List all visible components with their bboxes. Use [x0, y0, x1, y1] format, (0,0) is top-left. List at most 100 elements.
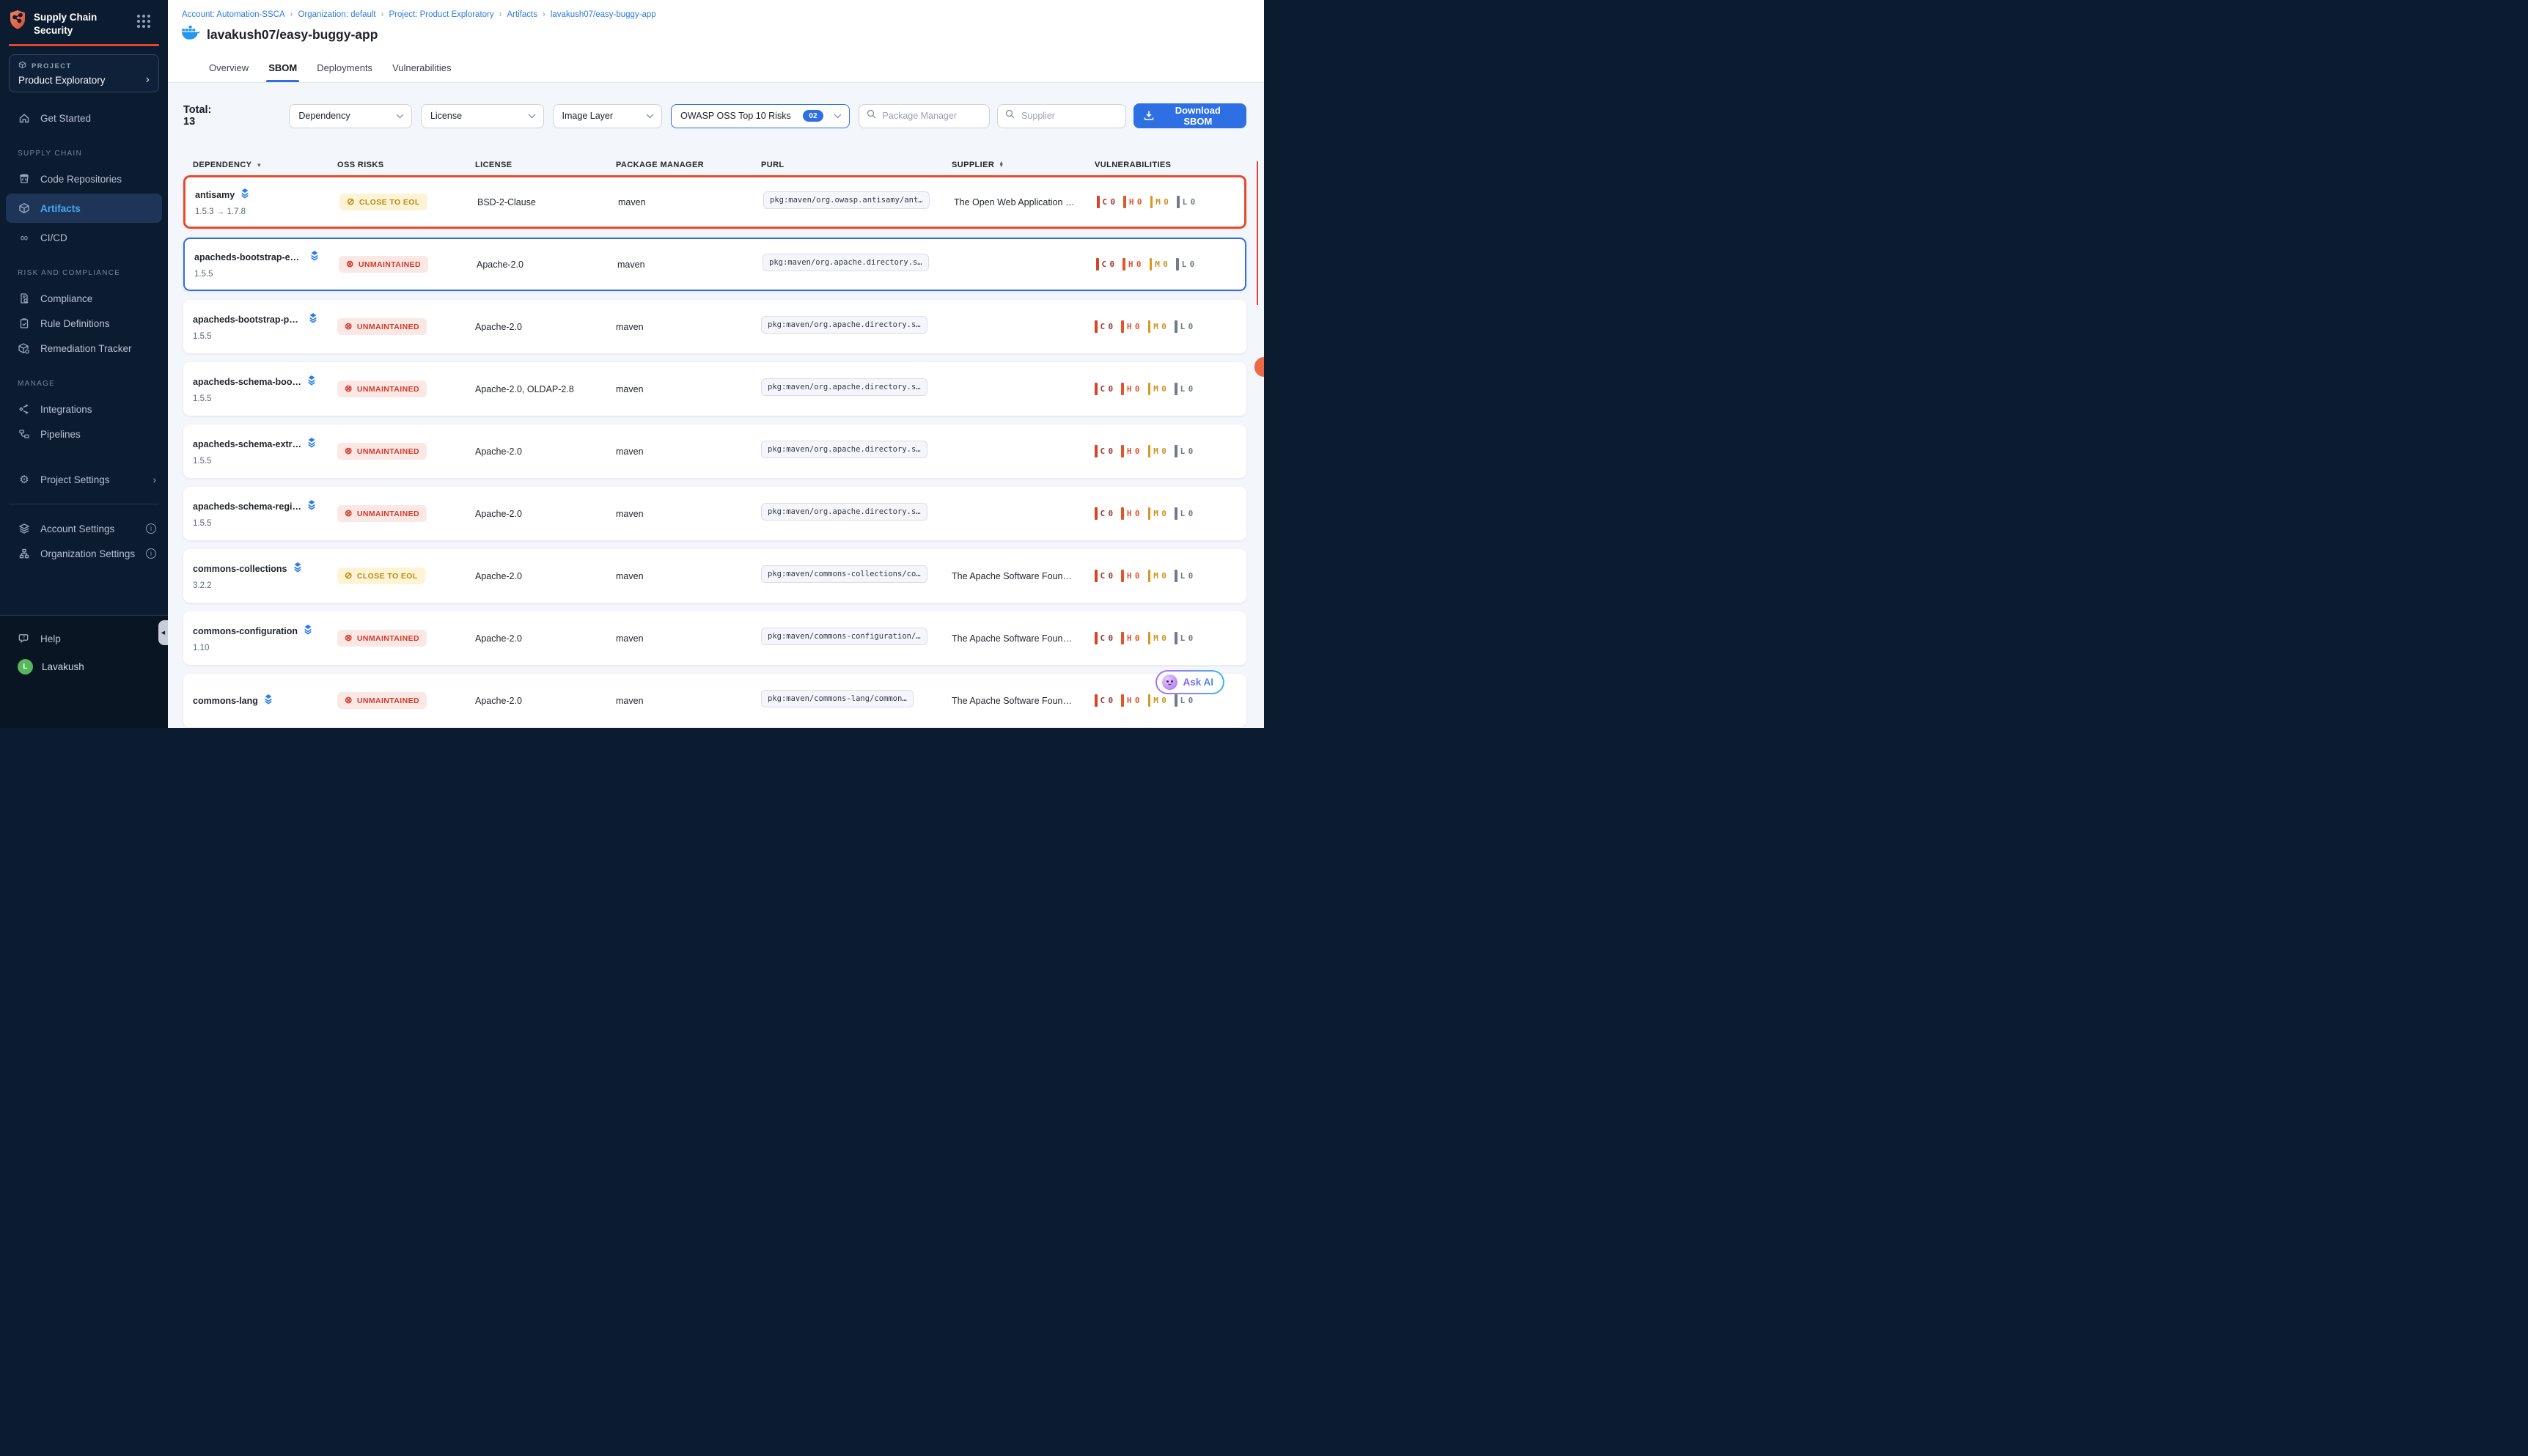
integrations-icon — [18, 403, 31, 415]
download-sbom-button[interactable]: Download SBOM — [1133, 103, 1246, 128]
chevron-right-icon: › — [153, 474, 156, 485]
tab-overview[interactable]: Overview — [209, 62, 249, 82]
oss-risk-badge: ⊗UNMAINTAINED — [339, 256, 428, 273]
breadcrumb-link[interactable]: Account: Automation-SSCA — [182, 10, 285, 19]
breadcrumb-link[interactable]: Organization: default — [298, 10, 375, 19]
breadcrumb-separator-icon: › — [499, 10, 502, 19]
vuln-count-h: H 0 — [1121, 694, 1139, 707]
oss-risk-badge: ⊗UNMAINTAINED — [337, 630, 427, 647]
purl-chip[interactable]: pkg:maven/commons-collections/co… — [761, 565, 927, 583]
filter-dropdown-image-layer[interactable]: Image Layer — [553, 104, 663, 128]
purl-chip[interactable]: pkg:maven/commons-configuration/… — [761, 628, 927, 645]
purl-chip[interactable]: pkg:maven/commons-lang/common… — [761, 690, 914, 707]
vuln-count-m: M 0 — [1148, 445, 1166, 457]
sidebar-item-ci-cd[interactable]: ∞ CI/CD — [0, 225, 168, 250]
dependency-version: 1.5.5 — [193, 519, 337, 528]
user-menu[interactable]: L Lavakush — [0, 652, 168, 680]
sidebar-item-account-settings[interactable]: Account Settings i — [0, 516, 168, 541]
table-row[interactable]: commons-collections 3.2.2 ⊘CLOSE TO EOL … — [183, 549, 1246, 603]
project-selector[interactable]: PROJECT Product Exploratory › — [9, 54, 159, 92]
purl-chip[interactable]: pkg:maven/org.apache.directory.s… — [761, 441, 927, 458]
sidebar-item-label: Compliance — [40, 293, 92, 304]
user-avatar: L — [18, 659, 33, 674]
vuln-count-c: C 0 — [1097, 196, 1115, 208]
sidebar-item-code-repositories[interactable]: Code Repositories — [0, 166, 168, 191]
sidebar-item-remediation-tracker[interactable]: Remediation Tracker — [0, 336, 168, 361]
supplier-value: The Open Web Application … — [954, 197, 1097, 207]
vuln-count-m: M 0 — [1148, 694, 1166, 707]
breadcrumb-link[interactable]: Project: Product Exploratory — [389, 10, 493, 19]
vulnerability-counts: C 0 H 0 M 0 L 0 — [1095, 507, 1237, 520]
sidebar-item-help[interactable]: ? Help — [0, 625, 168, 652]
breadcrumb-link[interactable]: lavakush07/easy-buggy-app — [551, 10, 656, 19]
column-header-dependency[interactable]: DEPENDENCY▼ — [193, 161, 337, 169]
sidebar-item-artifacts[interactable]: Artifacts — [6, 194, 162, 223]
sidebar-item-label: Get Started — [40, 113, 91, 124]
tab-vulnerabilities[interactable]: Vulnerabilities — [392, 62, 451, 82]
page-header: Account: Automation-SSCA › Organization: d… — [168, 0, 1264, 54]
table-row[interactable]: commons-configuration 1.10 ⊗UNMAINTAINED… — [183, 611, 1246, 665]
table-row[interactable]: apacheds-schema-boo… 1.5.5 ⊗UNMAINTAINED… — [183, 362, 1246, 416]
table-row[interactable]: apacheds-bootstrap-ex… 1.5.5 ⊗UNMAINTAIN… — [183, 238, 1246, 291]
tab-sbom[interactable]: SBOM — [268, 62, 297, 82]
dependency-version: 1.5.5 — [193, 332, 337, 341]
table-row[interactable]: commons-lang ⊗UNMAINTAINED Apache-2.0 ma… — [183, 674, 1246, 727]
ask-ai-button[interactable]: Ask AI — [1155, 670, 1224, 694]
table-row[interactable]: apacheds-schema-extr… 1.5.5 ⊗UNMAINTAINE… — [183, 424, 1246, 478]
column-header-vulnerabilities: VULNERABILITIES — [1095, 161, 1237, 169]
dependency-name: apacheds-bootstrap-pa… — [193, 315, 303, 325]
sidebar-item-project-settings[interactable]: ⚙ Project Settings › — [0, 467, 168, 492]
sidebar-item-pipelines[interactable]: Pipelines — [0, 422, 168, 446]
oss-risk-badge: ⊗UNMAINTAINED — [337, 318, 427, 335]
layers-icon — [309, 250, 320, 265]
package-manager-value: maven — [616, 446, 761, 457]
sidebar-item-get-started[interactable]: Get Started — [0, 106, 168, 130]
purl-chip[interactable]: pkg:maven/org.apache.directory.s… — [761, 316, 927, 334]
vulnerability-counts: C 0 H 0 M 0 L 0 — [1095, 632, 1237, 644]
circle-slash-icon: ⊘ — [347, 197, 355, 207]
chevron-right-icon: › — [146, 74, 150, 86]
sidebar-item-organization-settings[interactable]: Organization Settings i — [0, 541, 168, 566]
sort-desc-icon: ▼ — [256, 162, 262, 169]
org-chart-gear-icon — [18, 548, 31, 559]
sidebar-item-compliance[interactable]: Compliance — [0, 286, 168, 311]
info-icon: i — [146, 548, 156, 559]
purl-chip[interactable]: pkg:maven/org.apache.directory.s… — [761, 378, 927, 396]
vuln-count-h: H 0 — [1123, 196, 1142, 208]
sidebar-item-label: CI/CD — [40, 232, 67, 243]
sidebar-item-integrations[interactable]: Integrations — [0, 397, 168, 422]
sidebar-collapse-handle[interactable]: ◀ — [158, 620, 168, 645]
vulnerability-counts: C 0 H 0 M 0 L 0 — [1095, 445, 1237, 457]
oss-risk-badge: ⊗UNMAINTAINED — [337, 692, 427, 709]
purl-chip[interactable]: pkg:maven/org.owasp.antisamy/ant… — [763, 191, 930, 209]
supplier-input[interactable] — [1020, 110, 1118, 122]
sidebar-section-label: MANAGE — [18, 380, 150, 388]
code-repo-icon — [18, 173, 31, 185]
pipelines-icon — [18, 428, 31, 440]
package-manager-value: maven — [616, 633, 761, 644]
sidebar-item-rule-definitions[interactable]: Rule Definitions — [0, 311, 168, 336]
sidebar-nav: Get StartedSUPPLY CHAIN Code Repositorie… — [0, 106, 168, 446]
vuln-count-c: C 0 — [1095, 507, 1113, 520]
vulnerability-counts: C 0 H 0 M 0 L 0 — [1097, 196, 1235, 208]
vuln-count-c: C 0 — [1095, 632, 1113, 644]
module-switcher-grid-icon[interactable] — [137, 15, 150, 28]
table-row[interactable]: apacheds-bootstrap-pa… 1.5.5 ⊗UNMAINTAIN… — [183, 300, 1246, 353]
tab-deployments[interactable]: Deployments — [317, 62, 372, 82]
column-header-supplier[interactable]: SUPPLIER▲▼ — [952, 161, 1095, 169]
vuln-count-h: H 0 — [1121, 320, 1139, 333]
page-title: lavakush07/easy-buggy-app — [207, 27, 378, 43]
filter-dropdown-license[interactable]: License — [421, 104, 544, 128]
column-header-license: LICENSE — [475, 161, 616, 169]
purl-chip[interactable]: pkg:maven/org.apache.directory.s… — [763, 254, 929, 271]
doc-search-icon — [18, 293, 31, 304]
column-header-oss-risks: OSS RISKS — [337, 161, 475, 169]
breadcrumb-link[interactable]: Artifacts — [507, 10, 537, 19]
ai-bot-icon — [1162, 674, 1177, 690]
package-manager-input[interactable] — [881, 110, 982, 122]
filter-dropdown-dependency[interactable]: Dependency — [289, 104, 412, 128]
table-row[interactable]: apacheds-schema-regi… 1.5.5 ⊗UNMAINTAINE… — [183, 487, 1246, 540]
table-row[interactable]: antisamy 1.5.3 → 1.7.8 ⊘CLOSE TO EOL BSD… — [183, 175, 1246, 229]
purl-chip[interactable]: pkg:maven/org.apache.directory.s… — [761, 503, 927, 521]
filter-dropdown-owasp-oss-top-10-risks[interactable]: OWASP OSS Top 10 Risks02 — [671, 104, 849, 128]
